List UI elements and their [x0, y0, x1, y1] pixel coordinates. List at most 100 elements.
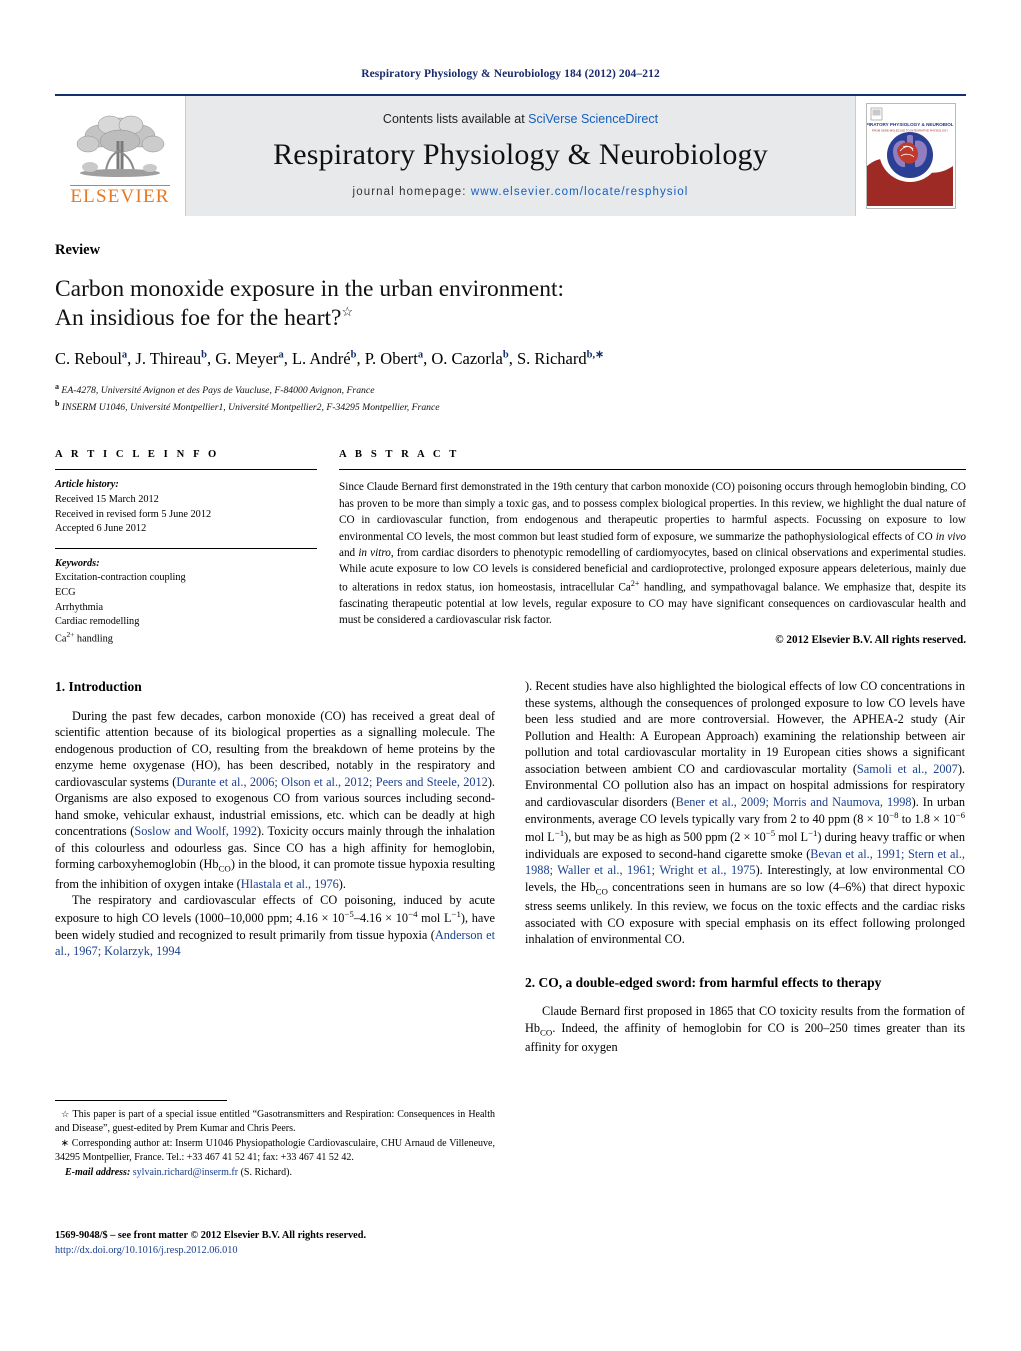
abstract-heading: A B S T R A C T	[339, 449, 460, 461]
keyword-item: Arrhythmia	[55, 601, 104, 613]
affiliation-list: a EA-4278, Université Avignon et des Pay…	[55, 381, 966, 416]
svg-text:RESPIRATORY PHYSIOLOGY & NEURO: RESPIRATORY PHYSIOLOGY & NEUROBIOLOGY	[867, 122, 953, 127]
citation-ref[interactable]: Soslow and Woolf, 1992	[134, 824, 257, 838]
citation-ref[interactable]: Samoli et al., 2007	[857, 762, 958, 776]
footnote-corr-marker: ∗	[60, 1138, 69, 1150]
affiliation-marker: a	[55, 381, 59, 391]
author-affil-marker: b	[350, 349, 357, 361]
text-run: –4.16 × 10	[353, 910, 409, 925]
superscript: −4	[408, 908, 418, 919]
contents-available-line: Contents lists available at SciVerse Sci…	[383, 112, 658, 126]
left-column: 1. Introduction During the past few deca…	[55, 678, 495, 1055]
journal-article-page: Respiratory Physiology & Neurobiology 18…	[0, 0, 1021, 1351]
text-run: mol L	[525, 830, 555, 845]
footnote-corresponding-author: ∗ Corresponding author at: Inserm U1046 …	[55, 1137, 495, 1164]
sciencedirect-link[interactable]: SciVerse ScienceDirect	[528, 112, 658, 126]
email-link[interactable]: sylvain.richard@inserm.fr	[133, 1167, 238, 1178]
keyword-item: ECG	[55, 587, 76, 598]
doi-link[interactable]: http://dx.doi.org/10.1016/j.resp.2012.06…	[55, 1243, 495, 1258]
journal-cover-thumbnail[interactable]: RESPIRATORY PHYSIOLOGY & NEUROBIOLOGY FR…	[856, 96, 966, 216]
cover-artwork-icon: RESPIRATORY PHYSIOLOGY & NEUROBIOLOGY FR…	[867, 104, 955, 206]
elsevier-logo: ELSEVIER	[55, 96, 185, 216]
homepage-prefix: journal homepage:	[352, 186, 471, 198]
text-run: ), but may be as high as 500 ppm (2 × 10	[564, 830, 766, 845]
citation-ref[interactable]: Hlastala et al., 1976	[241, 877, 339, 891]
history-item: Accepted 6 June 2012	[55, 523, 147, 535]
citation-ref[interactable]: Bener et al., 2009; Morris and Naumova, …	[676, 795, 912, 809]
text-run: mol L	[775, 830, 808, 845]
history-item: Received in revised form 5 June 2012	[55, 508, 212, 520]
author-name: J. Thireau	[135, 349, 202, 369]
abstract-mid1: and	[339, 546, 359, 559]
author-name: P. Obert	[364, 349, 418, 369]
keywords-block: Keywords: Excitation-contraction couplin…	[55, 549, 317, 647]
affiliation-text: INSERM U1046, Université Montpellier1, U…	[61, 402, 440, 414]
author-name: L. André	[291, 349, 351, 369]
journal-homepage-link[interactable]: www.elsevier.com/locate/resphysiol	[471, 186, 689, 198]
author: J. Thireaub	[135, 349, 207, 368]
keyword-item: Cardiac remodelling	[55, 616, 140, 628]
journal-masthead: ELSEVIER Contents lists available at Sci…	[55, 94, 966, 216]
author: C. Reboula	[55, 349, 127, 368]
article-history-label: Article history:	[55, 479, 119, 491]
text-run: ).	[338, 876, 346, 891]
citation-ref[interactable]: Durante et al., 2006; Olson et al., 2012…	[176, 775, 487, 789]
front-matter-block: 1569-9048/$ – see front matter © 2012 El…	[55, 1228, 495, 1259]
superscript: −6	[955, 810, 965, 821]
text-run: to 1.8 × 10	[898, 812, 956, 827]
footnote-text: This paper is part of a special issue en…	[55, 1109, 495, 1134]
svg-text:FROM GENE-MOLECULE TO INTEGRAT: FROM GENE-MOLECULE TO INTEGRATIVE PHYSIO…	[872, 129, 948, 133]
masthead-center: Contents lists available at SciVerse Sci…	[185, 96, 856, 216]
superscript: −5	[344, 908, 354, 919]
section-heading-co-double-edged-sword: 2. CO, a double-edged sword: from harmfu…	[525, 974, 882, 990]
footnote-block: ☆ This paper is part of a special issue …	[55, 1100, 495, 1182]
info-abstract-block: A R T I C L E I N F O Article history: R…	[55, 449, 966, 648]
author-name: O. Cazorla	[431, 349, 503, 369]
article-title-line1: Carbon monoxide exposure in the urban en…	[55, 276, 565, 302]
author-affil-marker: a	[278, 349, 284, 361]
abstract-copyright: © 2012 Elsevier B.V. All rights reserved…	[775, 633, 966, 646]
author: P. Oberta	[365, 349, 423, 368]
keywords-label: Keywords:	[55, 557, 100, 569]
right-column: ). Recent studies have also highlighted …	[525, 678, 965, 1055]
author: G. Meyera	[215, 349, 283, 368]
paragraph-intro-1: During the past few decades, carbon mono…	[55, 708, 495, 893]
paragraph-section2-1: Claude Bernard first proposed in 1865 th…	[525, 1003, 965, 1055]
article-header: Review Carbon monoxide exposure in the u…	[55, 242, 966, 415]
superscript: −5	[765, 828, 776, 839]
article-title: Carbon monoxide exposure in the urban en…	[55, 275, 966, 332]
superscript: −1	[554, 828, 565, 839]
subscript: CO	[595, 886, 608, 897]
author-name: C. Reboul	[55, 349, 122, 369]
paragraph-intro-2-cont: ). Recent studies have also highlighted …	[525, 678, 965, 948]
author-list: C. Reboula, J. Thireaub, G. Meyera, L. A…	[55, 349, 604, 369]
subscript: CO	[540, 1027, 553, 1038]
abstract-italic-invivo: in vivo	[935, 530, 967, 543]
journal-title: Respiratory Physiology & Neurobiology	[273, 138, 768, 171]
footnote-divider	[55, 1100, 227, 1101]
affiliation: a EA-4278, Université Avignon et des Pay…	[55, 381, 966, 398]
superscript: −1	[807, 828, 818, 839]
elsevier-tree-icon	[76, 115, 165, 177]
author-affil-marker: a	[121, 349, 128, 361]
email-suffix: (S. Richard).	[240, 1167, 292, 1179]
abstract-text: Since Claude Bernard first demonstrated …	[339, 470, 966, 648]
keyword-item: Ca2+ handling	[55, 629, 113, 645]
affiliation-text: EA-4278, Université Avignon et des Pays …	[61, 384, 375, 396]
keyword-item: Excitation-contraction coupling	[55, 572, 186, 584]
elsevier-wordmark: ELSEVIER	[70, 185, 170, 207]
abstract-italic-invitro: in vitro	[358, 546, 391, 559]
article-info-column: A R T I C L E I N F O Article history: R…	[55, 449, 317, 648]
article-info-heading: A R T I C L E I N F O	[55, 449, 220, 461]
text-run: . Indeed, the affinity of hemoglobin for…	[525, 1020, 965, 1055]
author-affil-marker: b	[201, 349, 207, 361]
abstract-column: A B S T R A C T Since Claude Bernard fir…	[339, 449, 966, 648]
affiliation-marker: b	[55, 399, 60, 409]
front-matter-text: 1569-9048/$ – see front matter © 2012 El…	[55, 1230, 367, 1241]
superscript: −1	[451, 908, 461, 919]
author-name: S. Richard	[516, 349, 587, 369]
contents-prefix: Contents lists available at	[382, 112, 529, 126]
article-type: Review	[55, 242, 101, 258]
history-item: Received 15 March 2012	[55, 493, 159, 505]
author: O. Cazorlab	[431, 349, 508, 368]
